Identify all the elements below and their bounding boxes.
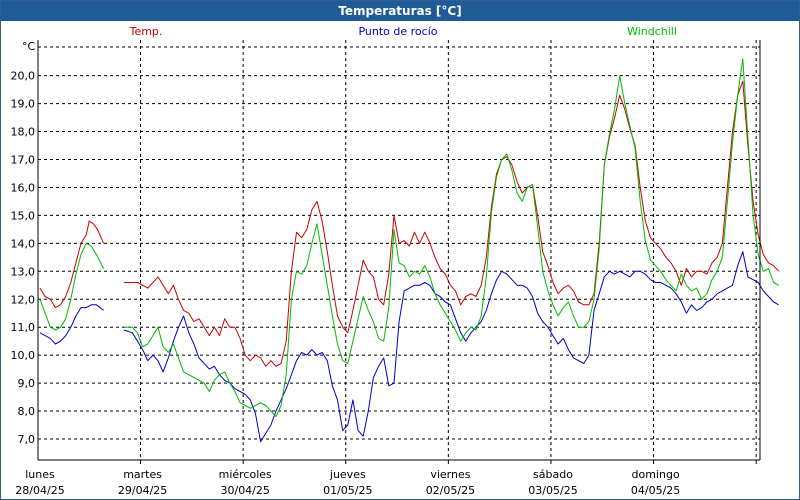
x-tick-date: 04/05/25 xyxy=(631,484,680,497)
x-tick-date: 29/04/25 xyxy=(118,484,167,497)
temperature-chart: 7,0 8,0 9,0 10,0 11,0 12,0 13,0 14,0 15,0 16,0 17,… xyxy=(11,25,780,497)
x-tick-weekday: jueves xyxy=(329,468,366,481)
x-tick-weekday: viernes xyxy=(430,468,470,481)
y-unit-label: °C xyxy=(22,40,36,53)
x-tick-weekday: domingo xyxy=(632,468,680,481)
y-tick-label: 19,0 xyxy=(11,98,36,111)
grid xyxy=(38,40,760,460)
x-tick-date: 01/05/25 xyxy=(323,484,372,497)
y-tick-label: 14,0 xyxy=(11,237,36,250)
x-tick-date: 28/04/25 xyxy=(15,484,64,497)
y-tick-label: 16,0 xyxy=(11,181,36,194)
y-tick-label: 12,0 xyxy=(11,293,36,306)
series-line xyxy=(123,251,779,443)
legend-entry: Windchill xyxy=(627,25,677,38)
x-tick-date: 30/04/25 xyxy=(220,484,269,497)
y-tick-label: 18,0 xyxy=(11,126,36,139)
y-tick-label: 13,0 xyxy=(11,265,36,278)
y-tick-label: 7,0 xyxy=(18,433,36,446)
y-tick-label: 8,0 xyxy=(18,405,36,418)
x-tick-weekday: sábado xyxy=(533,468,573,481)
x-tick-date: 03/05/25 xyxy=(528,484,577,497)
y-tick-label: 9,0 xyxy=(18,377,36,390)
series-line xyxy=(39,242,105,331)
y-tick-label: 11,0 xyxy=(11,321,36,334)
x-tick-date: 02/05/25 xyxy=(426,484,475,497)
y-tick-label: 15,0 xyxy=(11,209,36,222)
y-tick-label: 20,0 xyxy=(11,70,36,83)
x-tick-weekday: miércoles xyxy=(219,468,272,481)
series-line xyxy=(124,58,779,418)
legend-entry: Punto de rocío xyxy=(358,25,437,38)
y-tick-label: 10,0 xyxy=(11,349,36,362)
series-lines xyxy=(39,58,780,443)
y-tick-label: 17,0 xyxy=(11,154,36,167)
legend-entry: Temp. xyxy=(129,25,163,38)
x-tick-weekday: martes xyxy=(123,468,162,481)
x-tick-weekday: lunes xyxy=(25,468,55,481)
